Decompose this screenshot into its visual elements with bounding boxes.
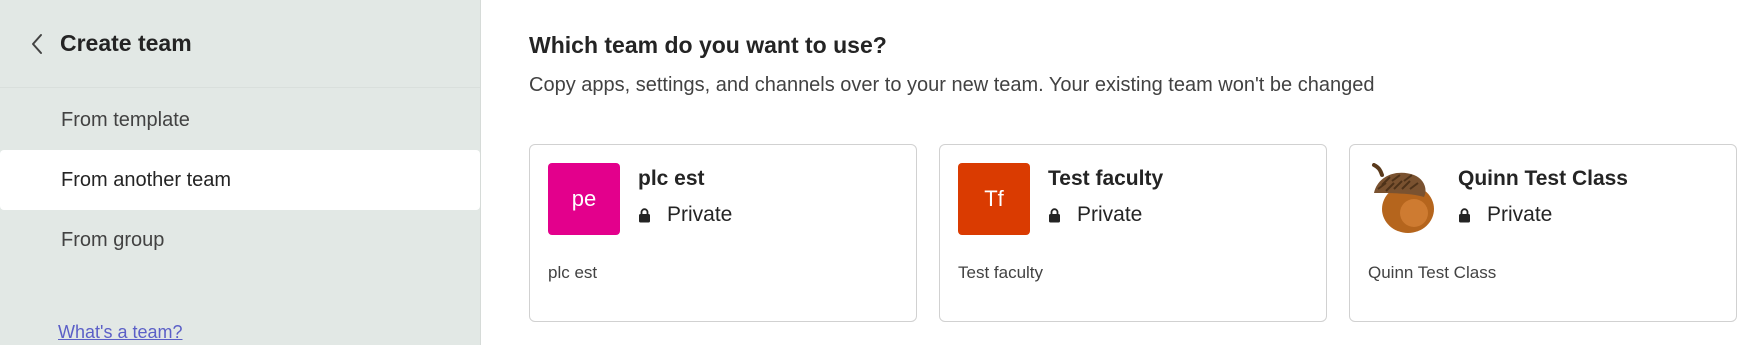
privacy-row: Private: [1458, 203, 1552, 227]
team-card-test-faculty[interactable]: Tf Test faculty Private Test faculty: [939, 144, 1327, 322]
privacy-label: Private: [1077, 203, 1143, 226]
lock-icon: [639, 207, 650, 222]
sidebar-item-from-group[interactable]: From group: [0, 210, 480, 270]
lock-icon: [1049, 207, 1060, 222]
main-content: Which team do you want to use? Copy apps…: [529, 0, 1743, 345]
chevron-left-icon: [32, 33, 42, 54]
team-name: Quinn Test Class: [1458, 167, 1628, 190]
whats-a-team-link[interactable]: What's a team?: [58, 322, 183, 343]
sidebar-title: Create team: [60, 30, 192, 56]
privacy-row: Private: [1048, 203, 1142, 227]
sidebar-items: From template From another team From gro…: [0, 88, 480, 270]
team-card-plc-est[interactable]: pe plc est Private plc est: [529, 144, 917, 322]
sidebar: Create team From template From another t…: [0, 0, 481, 345]
team-name: Test faculty: [1048, 167, 1164, 190]
page-subtitle: Copy apps, settings, and channels over t…: [529, 74, 1375, 96]
sidebar-item-label: From group: [61, 228, 165, 251]
team-description: Test faculty: [958, 263, 1044, 282]
lock-icon: [1459, 207, 1470, 222]
privacy-label: Private: [667, 203, 733, 226]
privacy-label: Private: [1487, 203, 1553, 226]
sidebar-item-from-another-team[interactable]: From another team: [0, 150, 480, 210]
team-description: Quinn Test Class: [1368, 263, 1497, 282]
team-card-quinn-test-class[interactable]: Quinn Test Class Private Quinn Test Clas…: [1349, 144, 1737, 322]
sidebar-item-label: From template: [61, 108, 190, 131]
sidebar-item-from-template[interactable]: From template: [0, 90, 480, 150]
team-avatar: pe: [548, 163, 620, 235]
back-button[interactable]: [22, 29, 52, 59]
team-avatar: [1368, 163, 1440, 235]
acorn-icon: [1372, 163, 1434, 233]
team-initials: pe: [571, 186, 597, 211]
page-title: Which team do you want to use?: [529, 32, 887, 58]
team-description: plc est: [548, 263, 598, 282]
team-initials: Tf: [984, 186, 1004, 211]
sidebar-item-label: From another team: [61, 168, 232, 191]
sidebar-header: Create team: [0, 0, 480, 88]
team-avatar: Tf: [958, 163, 1030, 235]
privacy-row: Private: [638, 203, 732, 227]
team-name: plc est: [638, 167, 705, 190]
